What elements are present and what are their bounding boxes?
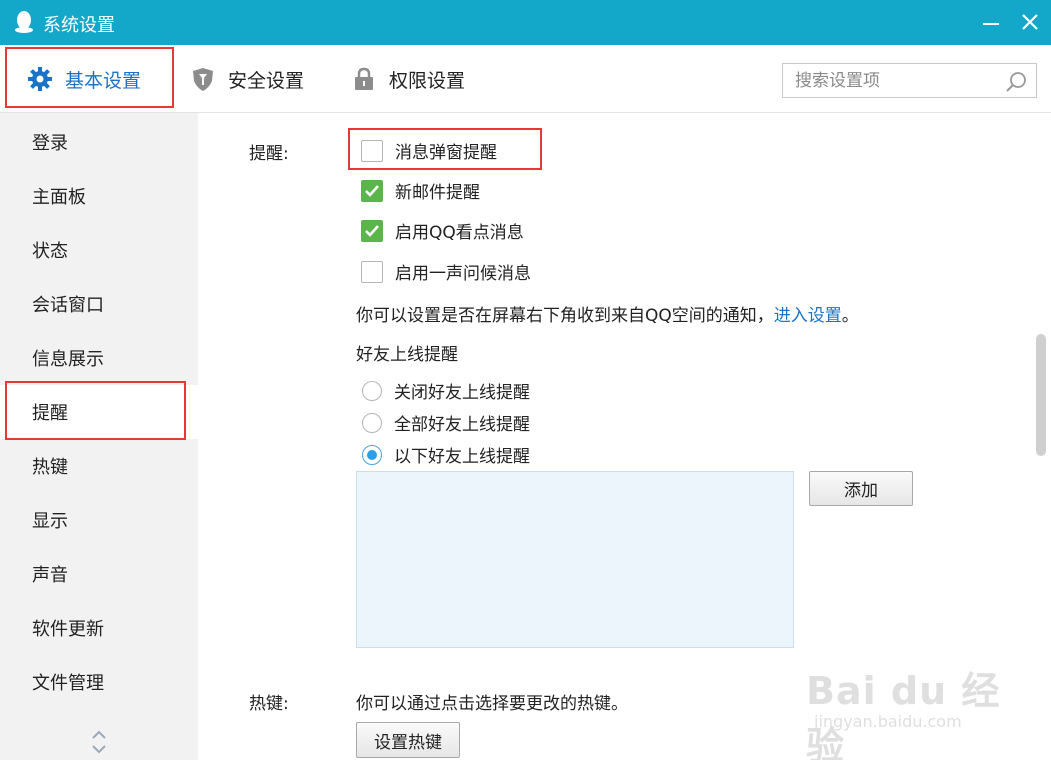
shield-icon <box>193 68 213 91</box>
sidebar-item-display[interactable]: 显示 <box>0 493 198 547</box>
sidebar-item-label: 声音 <box>32 565 68 586</box>
close-button[interactable] <box>1016 8 1044 36</box>
window-title: 系统设置 <box>43 15 115 36</box>
sidebar-item-label: 显示 <box>32 511 68 532</box>
sidebar-item-login[interactable]: 登录 <box>0 115 198 169</box>
checkbox-box[interactable] <box>361 139 383 162</box>
sidebar-item-label: 热键 <box>32 457 68 478</box>
friend-list-box[interactable] <box>356 471 794 648</box>
sidebar-item-main-panel[interactable]: 主面板 <box>0 169 198 223</box>
radio-close-friend-online[interactable]: 关闭好友上线提醒 <box>362 378 530 403</box>
enter-settings-link[interactable]: 进入设置 <box>774 306 842 326</box>
radio-following-friends-online[interactable]: 以下好友上线提醒 <box>362 442 530 467</box>
checkbox-qq-kandian[interactable]: 启用QQ看点消息 <box>361 218 524 243</box>
checkbox-label: 消息弹窗提醒 <box>395 143 497 163</box>
tab-permission-settings[interactable]: 权限设置 <box>351 45 465 113</box>
tab-label: 安全设置 <box>228 69 305 92</box>
top-nav: 基本设置 安全设置 权限设置 <box>0 45 1051 113</box>
search-input[interactable] <box>783 64 998 97</box>
minimize-button[interactable] <box>977 8 1005 36</box>
lock-icon <box>355 67 373 90</box>
notice-end: 。 <box>841 306 859 326</box>
add-friend-button[interactable]: 添加 <box>809 471 913 506</box>
sidebar-item-label: 会话窗口 <box>32 295 104 316</box>
search-icon[interactable] <box>1004 70 1028 94</box>
tab-label: 权限设置 <box>389 69 466 92</box>
checkmark-icon <box>365 184 379 197</box>
checkbox-new-mail[interactable]: 新邮件提醒 <box>361 178 480 203</box>
radio-button[interactable] <box>362 380 382 401</box>
sidebar-item-status[interactable]: 状态 <box>0 223 198 277</box>
gear-icon <box>28 67 52 91</box>
radio-all-friends-online[interactable]: 全部好友上线提醒 <box>362 410 530 435</box>
checkbox-label: 启用一声问候消息 <box>395 264 531 284</box>
checkbox-box[interactable] <box>361 179 383 202</box>
set-hotkey-button[interactable]: 设置热键 <box>356 722 460 758</box>
checkbox-label: 启用QQ看点消息 <box>395 223 524 243</box>
checkbox-box[interactable] <box>361 260 383 283</box>
hotkey-description: 你可以通过点击选择要更改的热键。 <box>356 694 628 714</box>
scrollbar-thumb[interactable] <box>1036 334 1046 456</box>
hotkey-section-label: 热键: <box>249 694 289 714</box>
radio-label: 全部好友上线提醒 <box>394 415 530 435</box>
sidebar-item-label: 文件管理 <box>32 673 104 694</box>
friend-online-title: 好友上线提醒 <box>356 345 458 365</box>
sidebar-item-hotkey[interactable]: 热键 <box>0 439 198 493</box>
tab-basic-settings[interactable]: 基本设置 <box>27 45 141 113</box>
checkbox-box[interactable] <box>361 219 383 242</box>
penguin-logo-icon <box>15 11 33 33</box>
search-box <box>782 63 1037 98</box>
sidebar-item-reminder[interactable]: 提醒 <box>0 385 198 439</box>
sidebar-item-file-management[interactable]: 文件管理 <box>0 655 198 709</box>
radio-button[interactable] <box>362 444 382 465</box>
title-bar: 系统设置 <box>0 0 1051 45</box>
radio-label: 关闭好友上线提醒 <box>394 383 530 403</box>
sidebar-item-software-update[interactable]: 软件更新 <box>0 601 198 655</box>
qzone-notice-text: 你可以设置是否在屏幕右下角收到来自QQ空间的通知，进入设置。 <box>356 301 859 326</box>
sidebar-item-info-display[interactable]: 信息展示 <box>0 331 198 385</box>
radio-button[interactable] <box>362 412 382 433</box>
reminder-section-label: 提醒: <box>249 144 289 164</box>
scroll-arrows-icon[interactable] <box>89 727 109 757</box>
tab-security-settings[interactable]: 安全设置 <box>190 45 304 113</box>
tab-label: 基本设置 <box>65 69 142 92</box>
sidebar-item-label: 登录 <box>32 133 68 154</box>
checkbox-greeting[interactable]: 启用一声问候消息 <box>361 259 531 284</box>
sidebar-item-label: 提醒 <box>32 403 68 424</box>
sidebar: 登录 主面板 状态 会话窗口 信息展示 提醒 热键 显示 声音 软件更新 文件管… <box>0 113 198 760</box>
sidebar-item-label: 信息展示 <box>32 349 104 370</box>
checkbox-popup-reminder[interactable]: 消息弹窗提醒 <box>361 138 497 163</box>
sidebar-item-sound[interactable]: 声音 <box>0 547 198 601</box>
checkbox-label: 新邮件提醒 <box>395 183 480 203</box>
sidebar-item-label: 主面板 <box>32 187 86 208</box>
sidebar-item-label: 状态 <box>32 241 68 262</box>
checkmark-icon <box>365 224 379 237</box>
settings-panel: 提醒: 消息弹窗提醒 新邮件提醒 启用QQ看点消息 启用一声问候消息 你可以设置… <box>198 113 1051 760</box>
radio-label: 以下好友上线提醒 <box>394 447 530 467</box>
notice-text: 你可以设置是否在屏幕右下角收到来自QQ空间的通知， <box>356 306 774 326</box>
sidebar-item-chat-window[interactable]: 会话窗口 <box>0 277 198 331</box>
sidebar-item-label: 软件更新 <box>32 619 104 640</box>
